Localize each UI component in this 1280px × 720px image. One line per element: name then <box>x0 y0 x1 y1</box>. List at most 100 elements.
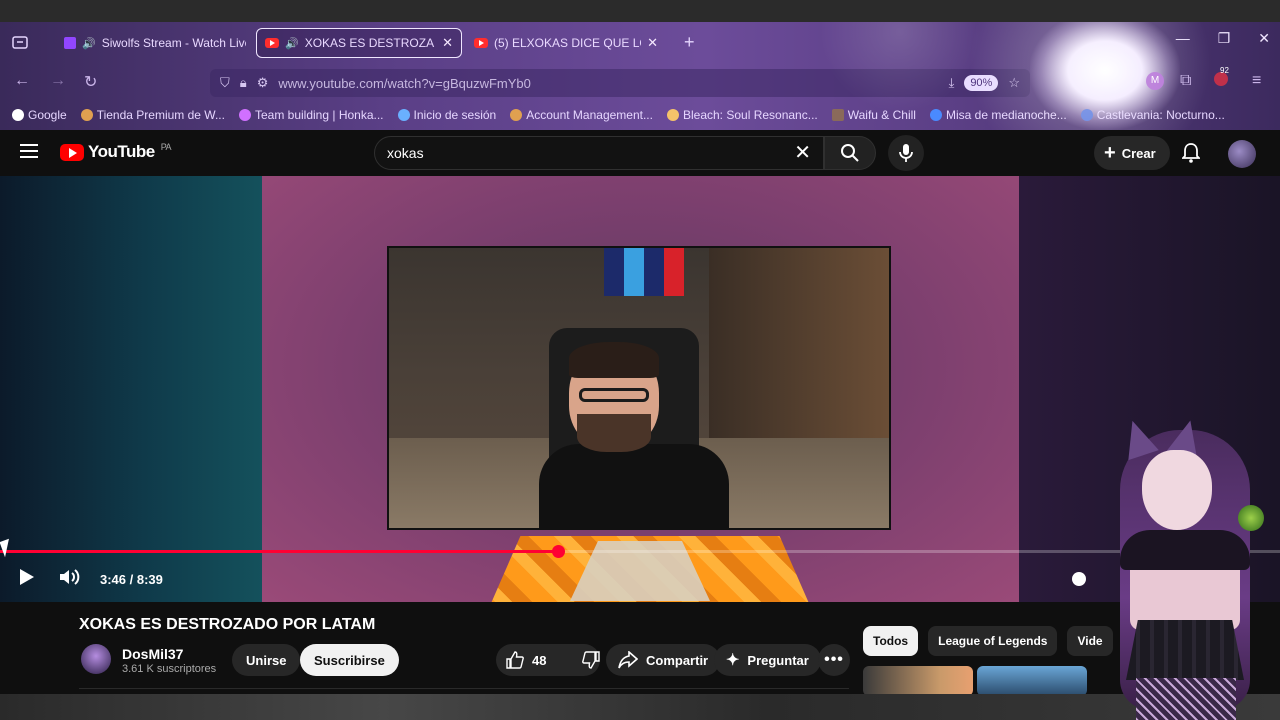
bookmark-google[interactable]: Google <box>12 108 67 122</box>
search-icon <box>841 144 859 162</box>
speaker-icon: 🔊 <box>285 37 299 50</box>
url-bar[interactable]: ⛉ 🔒︎ ⚙ www.youtube.com/watch?v=gBquzwFmY… <box>210 69 1030 97</box>
close-window-icon[interactable]: ✕ <box>1258 30 1270 47</box>
reload-icon[interactable]: ↻ <box>84 72 97 92</box>
tab-close-icon[interactable]: ✕ <box>647 35 658 51</box>
recommended-thumbnails <box>863 666 1087 696</box>
extension-badge: 92 <box>1220 66 1229 75</box>
create-label: Crear <box>1121 145 1156 161</box>
webcam-overlay <box>387 246 891 530</box>
youtube-icon <box>265 38 279 48</box>
thumbs-up-icon <box>506 651 524 669</box>
bookmark-star-icon[interactable]: ☆ <box>1008 75 1020 91</box>
share-button[interactable]: Compartir <box>606 644 721 676</box>
restore-icon[interactable]: ❐ <box>1218 30 1231 47</box>
bookmark-castlevania[interactable]: Castlevania: Nocturno... <box>1080 108 1225 122</box>
bookmark-team-building[interactable]: Team building | Honka... <box>238 108 384 122</box>
window-controls: — ❐ ✕ <box>1176 30 1270 47</box>
bookmark-waifu[interactable]: Waifu & Chill <box>831 108 916 122</box>
extensions-icon[interactable]: ⧉ <box>1180 72 1191 90</box>
new-tab-button[interactable]: + <box>684 32 695 53</box>
address-row: ← → ↻ ⛉ 🔒︎ ⚙ www.youtube.com/watch?v=gBq… <box>0 66 1280 100</box>
plus-icon: + <box>1104 142 1116 164</box>
tab-strip: 🔊 Siwolfs Stream - Watch Live ✕ 🔊 XOKAS … <box>0 22 1280 66</box>
profile-m-icon[interactable]: M <box>1146 72 1164 90</box>
hamburger-menu-icon[interactable] <box>20 144 38 158</box>
shield-icon[interactable]: ⛉ <box>220 75 230 91</box>
play-button[interactable] <box>18 567 36 592</box>
url-text[interactable]: www.youtube.com/watch?v=gBquzwFmYb0 <box>278 76 938 91</box>
tab-groups-icon[interactable] <box>12 35 28 54</box>
time-display: 3:46 / 8:39 <box>100 571 163 587</box>
recommended-thumbnail[interactable] <box>863 666 973 696</box>
minimize-icon[interactable]: — <box>1176 30 1190 47</box>
bookmark-inicio[interactable]: Inicio de sesión <box>397 108 496 122</box>
tab-elxokas[interactable]: (5) ELXOKAS DICE QUE LOS DE ✕ <box>466 28 666 58</box>
chip-league-of-legends[interactable]: League of Legends <box>928 626 1058 656</box>
ask-label: Preguntar <box>747 652 809 668</box>
bookmark-account[interactable]: Account Management... <box>510 108 653 122</box>
share-label: Compartir <box>646 652 709 668</box>
like-button[interactable]: 48 <box>496 644 556 676</box>
bookmark-bleach[interactable]: Bleach: Soul Resonanc... <box>666 108 818 122</box>
more-actions-button[interactable]: ••• <box>818 644 850 676</box>
bookmark-icon <box>80 109 93 121</box>
forward-icon[interactable]: → <box>50 72 66 90</box>
progress-bar[interactable] <box>0 545 1280 558</box>
toggle-dot[interactable] <box>1072 572 1086 586</box>
subscribe-button[interactable]: Suscribirse <box>300 644 399 676</box>
screen: 🔊 Siwolfs Stream - Watch Live ✕ 🔊 XOKAS … <box>0 0 1280 720</box>
tab-title: Siwolfs Stream - Watch Live <box>101 36 246 50</box>
channel-name[interactable]: DosMil37 <box>122 646 183 662</box>
progress-scrubber[interactable] <box>552 545 565 558</box>
bookmark-icon <box>397 109 410 121</box>
bookmark-icon <box>929 109 942 121</box>
bookmark-tienda[interactable]: Tienda Premium de W... <box>80 108 225 122</box>
join-button[interactable]: Unirse <box>232 644 301 676</box>
search-button[interactable] <box>824 136 876 170</box>
notifications-button[interactable] <box>1180 143 1202 168</box>
site-settings-icon[interactable]: ⚙ <box>257 75 269 91</box>
zoom-badge[interactable]: 90% <box>964 75 999 91</box>
divider <box>79 688 849 689</box>
tab-siwolfs[interactable]: 🔊 Siwolfs Stream - Watch Live ✕ <box>56 28 246 58</box>
lock-icon[interactable]: 🔒︎ <box>240 75 247 91</box>
chip-videos[interactable]: Vide <box>1067 626 1113 656</box>
speaker-icon: 🔊 <box>82 37 96 50</box>
back-icon[interactable]: ← <box>14 72 30 90</box>
volume-icon <box>60 568 80 585</box>
tab-xokas-active[interactable]: 🔊 XOKAS ES DESTROZADO POR LATAM ✕ <box>256 28 462 58</box>
download-icon[interactable]: ⤓ <box>949 75 955 91</box>
create-button[interactable]: + Crear <box>1094 136 1170 170</box>
bookmark-icon <box>831 109 844 121</box>
search-input[interactable] <box>387 145 795 161</box>
tab-close-icon[interactable]: ✕ <box>442 35 453 51</box>
logo-text: YouTube <box>88 142 155 161</box>
video-title: XOKAS ES DESTROZADO POR LATAM <box>79 616 376 633</box>
chip-todos[interactable]: Todos <box>863 626 919 656</box>
youtube-logo[interactable]: YouTube PA <box>60 142 172 162</box>
bookmark-icon <box>1080 109 1093 121</box>
volume-button[interactable] <box>58 567 80 592</box>
streamer <box>539 342 729 528</box>
search-box[interactable]: ✕ <box>374 136 824 170</box>
voice-search-button[interactable] <box>888 135 924 171</box>
menu-icon[interactable]: ≡ <box>1252 72 1261 90</box>
dislike-button[interactable] <box>572 644 610 676</box>
video-left-panel <box>0 176 262 602</box>
sparkle-icon: ✦ <box>726 652 740 669</box>
recommended-thumbnail[interactable] <box>977 666 1087 696</box>
extension-icon[interactable]: 92 <box>1214 66 1229 91</box>
tab-title: XOKAS ES DESTROZADO POR LATAM <box>304 36 435 50</box>
ask-button[interactable]: ✦ Preguntar <box>714 644 821 676</box>
minecraft-lava-graphic <box>491 536 809 602</box>
clear-search-icon[interactable]: ✕ <box>794 143 811 163</box>
share-icon <box>618 651 638 669</box>
youtube-header: YouTube PA ✕ + Crear <box>0 130 1280 176</box>
account-avatar[interactable] <box>1228 140 1256 168</box>
channel-avatar[interactable] <box>81 644 111 674</box>
video-player[interactable]: 3:46 / 8:39 <box>0 176 1280 602</box>
video-right-panel <box>1019 176 1280 602</box>
progress-fill <box>0 550 558 553</box>
bookmark-misa[interactable]: Misa de medianoche... <box>929 108 1067 122</box>
